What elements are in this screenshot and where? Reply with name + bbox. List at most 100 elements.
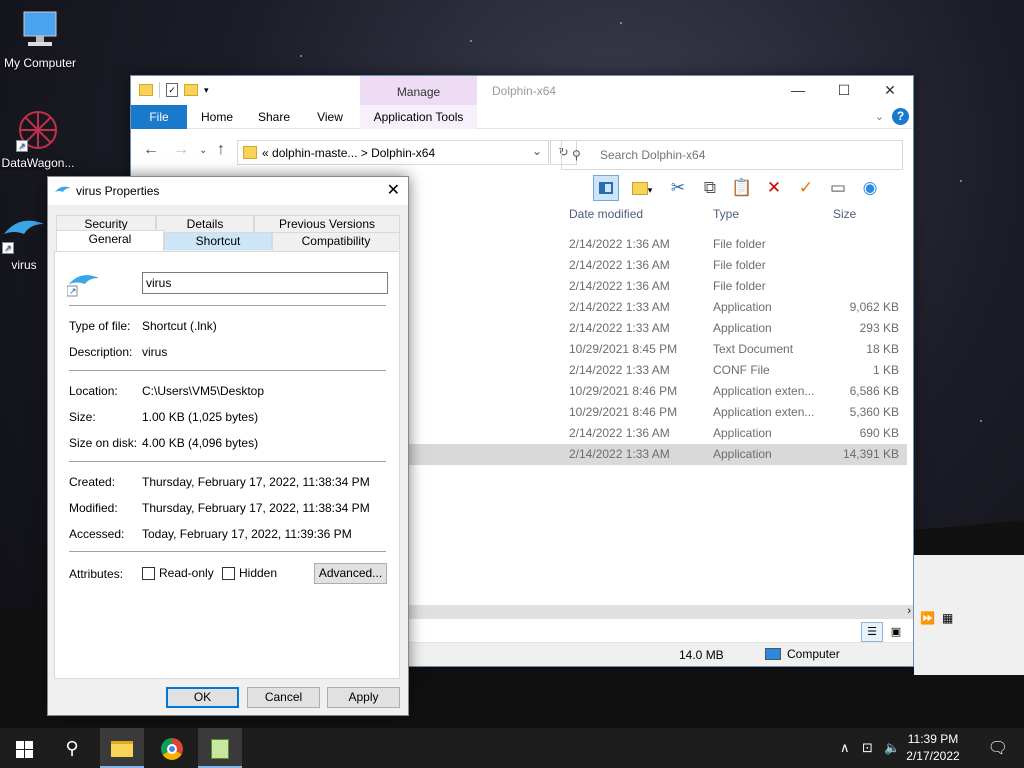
maximize-icon[interactable]: ☐ [821, 76, 867, 105]
clock[interactable]: 11:39 PM 2/17/2022 [898, 731, 968, 765]
star [470, 40, 472, 42]
expand-ribbon-icon[interactable]: ⌄ [875, 110, 884, 123]
desktop-icon-virus[interactable]: ↗ virus [0, 210, 52, 272]
preview-pane-icon[interactable] [593, 175, 619, 201]
start-button[interactable] [2, 728, 46, 768]
divider [69, 370, 386, 371]
address-bar[interactable]: « dolphin-maste... > Dolphin-x64 ⌄ [237, 140, 549, 165]
table-row[interactable]: 2/14/2022 1:36 AM File folder [409, 255, 907, 276]
desktop-icon-my-computer[interactable]: My Computer [0, 8, 80, 70]
globe-icon[interactable]: ◉ [857, 175, 883, 201]
row-type: Application [713, 300, 772, 314]
tab-view[interactable]: View [307, 105, 353, 129]
tab-shortcut[interactable]: Shortcut [164, 232, 272, 250]
chrome-icon[interactable] [150, 728, 194, 768]
column-date-modified[interactable]: Date modified [569, 207, 643, 221]
delete-icon[interactable]: ✕ [761, 175, 787, 201]
checkbox-box[interactable] [142, 566, 155, 580]
star [960, 180, 962, 182]
folder-icon[interactable] [139, 84, 153, 96]
dialog-title: virus Properties [76, 184, 160, 198]
properties-icon[interactable]: ✓ [166, 83, 178, 97]
column-size[interactable]: Size [833, 207, 856, 221]
table-row[interactable]: 2/14/2022 1:33 AM CONF File 1 KB [409, 360, 907, 381]
desktop-icon-datawagon[interactable]: ↗ DataWagon... [0, 108, 78, 170]
name-field[interactable] [142, 272, 388, 294]
tab-manage[interactable]: Manage [360, 76, 477, 105]
back-icon[interactable]: ← [143, 141, 159, 159]
dolphin-icon: ↗ [66, 268, 101, 298]
ok-button[interactable]: OK [166, 687, 239, 708]
help-icon[interactable]: ? [892, 108, 909, 125]
tab-compatibility[interactable]: Compatibility [272, 232, 400, 250]
check-icon[interactable]: ✓ [793, 175, 819, 201]
attributes-label: Attributes: [69, 567, 124, 581]
tab-home[interactable]: Home [193, 105, 241, 129]
details-view-icon[interactable]: ☰ [861, 622, 883, 642]
table-row[interactable]: 2/14/2022 1:33 AM Application 9,062 KB [409, 297, 907, 318]
cut-icon[interactable]: ✂ [665, 175, 691, 201]
copy-icon[interactable]: ⧉ [697, 175, 723, 201]
computer-icon [16, 8, 64, 52]
file-explorer-icon[interactable] [100, 728, 144, 768]
table-row[interactable]: 2/14/2022 1:36 AM Application 690 KB [409, 423, 907, 444]
new-folder-icon[interactable] [184, 84, 198, 96]
general-tab-panel: ↗ Type of file: Shortcut (.lnk) Descript… [54, 251, 400, 679]
table-row[interactable]: 2/14/2022 1:36 AM File folder [409, 276, 907, 297]
qat-dropdown-icon[interactable]: ▾ [204, 85, 209, 96]
horizontal-scrollbar[interactable]: › [409, 605, 913, 619]
chevron-down-icon[interactable]: ⌄ [532, 144, 542, 158]
table-row[interactable]: 10/29/2021 8:45 PM Text Document 18 KB [409, 339, 907, 360]
large-icons-view-icon[interactable]: ▣ [885, 622, 907, 642]
notepad-plus-icon[interactable] [198, 728, 242, 768]
chevron-up-icon[interactable]: ∧ [840, 740, 850, 756]
quick-access-toolbar: ✓ ▾ [139, 82, 209, 98]
table-row[interactable]: 2/14/2022 1:33 AM Application 14,391 KB [409, 444, 907, 465]
minimize-icon[interactable]: — [775, 76, 821, 105]
location-value: C:\Users\VM5\Desktop [142, 384, 265, 398]
advanced-button[interactable]: Advanced... [314, 563, 387, 584]
hidden-checkbox[interactable]: Hidden [222, 566, 277, 580]
notification-icon[interactable]: 🗨 [988, 738, 1008, 758]
up-icon[interactable]: ↑ [217, 141, 225, 159]
table-row[interactable]: 10/29/2021 8:46 PM Application exten... 6,… [409, 381, 907, 402]
next-icon[interactable]: ⏩ [920, 611, 935, 625]
table-row[interactable]: 2/14/2022 1:36 AM File folder [409, 234, 907, 255]
new-folder-dropdown-icon[interactable]: ▾ [625, 175, 659, 201]
search-box[interactable]: ⚲ [561, 140, 903, 170]
readonly-checkbox[interactable]: Read-only [142, 566, 214, 580]
modified-value: Thursday, February 17, 2022, 11:38:34 PM [142, 501, 370, 515]
cancel-button[interactable]: Cancel [247, 687, 320, 708]
close-icon[interactable]: ✕ [867, 76, 913, 105]
tab-application-tools[interactable]: Application Tools [360, 105, 477, 129]
close-icon[interactable]: ✕ [387, 180, 400, 200]
checkbox-box[interactable] [222, 566, 235, 580]
search-input[interactable] [600, 148, 880, 162]
network-icon[interactable]: ⊡ [862, 740, 873, 756]
address-path: dolphin-maste... > Dolphin-x64 [272, 146, 436, 160]
rename-icon[interactable]: ▭ [825, 175, 851, 201]
shortcut-arrow-icon: ↗ [2, 242, 14, 254]
forward-icon[interactable]: → [173, 141, 189, 159]
column-type[interactable]: Type [713, 207, 739, 221]
tab-previous-versions[interactable]: Previous Versions [254, 215, 400, 233]
row-date: 10/29/2021 8:46 PM [569, 405, 678, 419]
description-value: virus [142, 345, 168, 359]
divider [69, 551, 386, 552]
paste-icon[interactable]: 📋 [729, 175, 755, 201]
tab-share[interactable]: Share [251, 105, 297, 129]
scroll-right-icon[interactable]: › [907, 605, 911, 617]
calculator-icon[interactable]: ▦ [942, 611, 953, 625]
tab-general[interactable]: General [56, 230, 164, 252]
recent-dropdown-icon[interactable]: ⌄ [199, 145, 207, 156]
search-icon[interactable]: ⚲ [50, 728, 94, 768]
tab-file[interactable]: File [131, 105, 187, 129]
apply-button[interactable]: Apply [327, 687, 400, 708]
table-row[interactable]: 2/14/2022 1:33 AM Application 293 KB [409, 318, 907, 339]
table-row[interactable]: 10/29/2021 8:46 PM Application exten... 5,… [409, 402, 907, 423]
row-size: 1 KB [872, 363, 899, 377]
ribbon-tabs: File Home Share View Application Tools ⌄… [131, 105, 913, 129]
row-date: 2/14/2022 1:33 AM [569, 363, 670, 377]
tab-details[interactable]: Details [156, 215, 254, 233]
readonly-label: Read-only [159, 566, 214, 580]
